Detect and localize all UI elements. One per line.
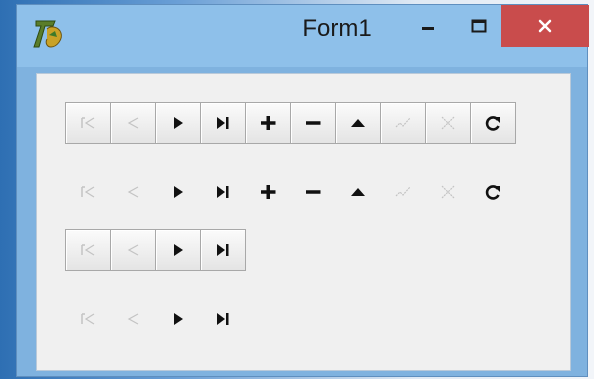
nav-cancel-icon <box>441 116 455 130</box>
nav-refresh-icon <box>485 185 500 200</box>
nav-prior-icon <box>127 313 139 325</box>
nav-prior-button <box>110 102 156 144</box>
db-navigator-1 <box>65 102 516 146</box>
nav-next-button[interactable] <box>155 229 201 271</box>
nav-last-button[interactable] <box>200 171 246 213</box>
close-icon <box>538 19 552 33</box>
maximize-icon <box>471 19 487 33</box>
nav-delete-icon <box>306 121 321 125</box>
nav-delete-button[interactable] <box>290 171 336 213</box>
nav-insert-button[interactable] <box>245 171 291 213</box>
nav-next-button[interactable] <box>155 102 201 144</box>
nav-edit-icon <box>351 119 365 127</box>
nav-prior-icon <box>127 117 139 129</box>
db-navigator-4-flat <box>65 298 245 342</box>
minimize-icon <box>422 27 434 30</box>
nav-last-icon <box>217 244 229 256</box>
nav-next-icon <box>174 313 183 325</box>
nav-delete-icon <box>306 190 321 194</box>
nav-first-button <box>65 229 111 271</box>
nav-next-button[interactable] <box>155 298 201 340</box>
nav-delete-button[interactable] <box>290 102 336 144</box>
nav-refresh-icon <box>485 116 500 131</box>
nav-cancel-button <box>425 102 471 144</box>
db-navigator-3 <box>65 229 246 273</box>
nav-first-button <box>65 102 111 144</box>
nav-post-button <box>380 171 426 213</box>
nav-last-button[interactable] <box>200 229 246 271</box>
nav-next-icon <box>174 117 183 129</box>
nav-post-icon <box>395 117 411 128</box>
form-client-area <box>36 73 571 371</box>
nav-first-button <box>65 171 111 213</box>
nav-insert-button[interactable] <box>245 102 291 144</box>
db-navigator-2-flat <box>65 171 515 215</box>
nav-last-icon <box>217 186 229 198</box>
nav-edit-button[interactable] <box>335 171 381 213</box>
maximize-button[interactable] <box>449 5 509 47</box>
nav-prior-icon <box>127 186 139 198</box>
nav-first-icon <box>81 244 95 256</box>
nav-edit-icon <box>351 188 365 196</box>
nav-prior-button <box>110 171 156 213</box>
nav-post-button <box>380 102 426 144</box>
nav-last-button[interactable] <box>200 298 246 340</box>
nav-prior-icon <box>127 244 139 256</box>
nav-prior-button <box>110 229 156 271</box>
nav-last-icon <box>217 313 229 325</box>
nav-first-icon <box>81 186 95 198</box>
title-bar[interactable]: Form1 <box>17 5 589 67</box>
nav-first-icon <box>81 313 95 325</box>
close-button[interactable] <box>501 5 589 47</box>
nav-last-icon <box>217 117 229 129</box>
nav-post-icon <box>395 186 411 197</box>
nav-last-button[interactable] <box>200 102 246 144</box>
nav-insert-icon <box>261 185 276 199</box>
nav-edit-button[interactable] <box>335 102 381 144</box>
nav-first-icon <box>81 117 95 129</box>
nav-next-button[interactable] <box>155 171 201 213</box>
nav-prior-button <box>110 298 156 340</box>
nav-insert-icon <box>261 116 276 130</box>
nav-refresh-button[interactable] <box>470 171 516 213</box>
application-window: Form1 <box>16 4 589 377</box>
nav-refresh-button[interactable] <box>470 102 516 144</box>
nav-cancel-button <box>425 171 471 213</box>
nav-next-icon <box>174 244 183 256</box>
nav-cancel-icon <box>441 185 455 199</box>
nav-first-button <box>65 298 111 340</box>
minimize-button[interactable] <box>409 5 447 47</box>
nav-next-icon <box>174 186 183 198</box>
